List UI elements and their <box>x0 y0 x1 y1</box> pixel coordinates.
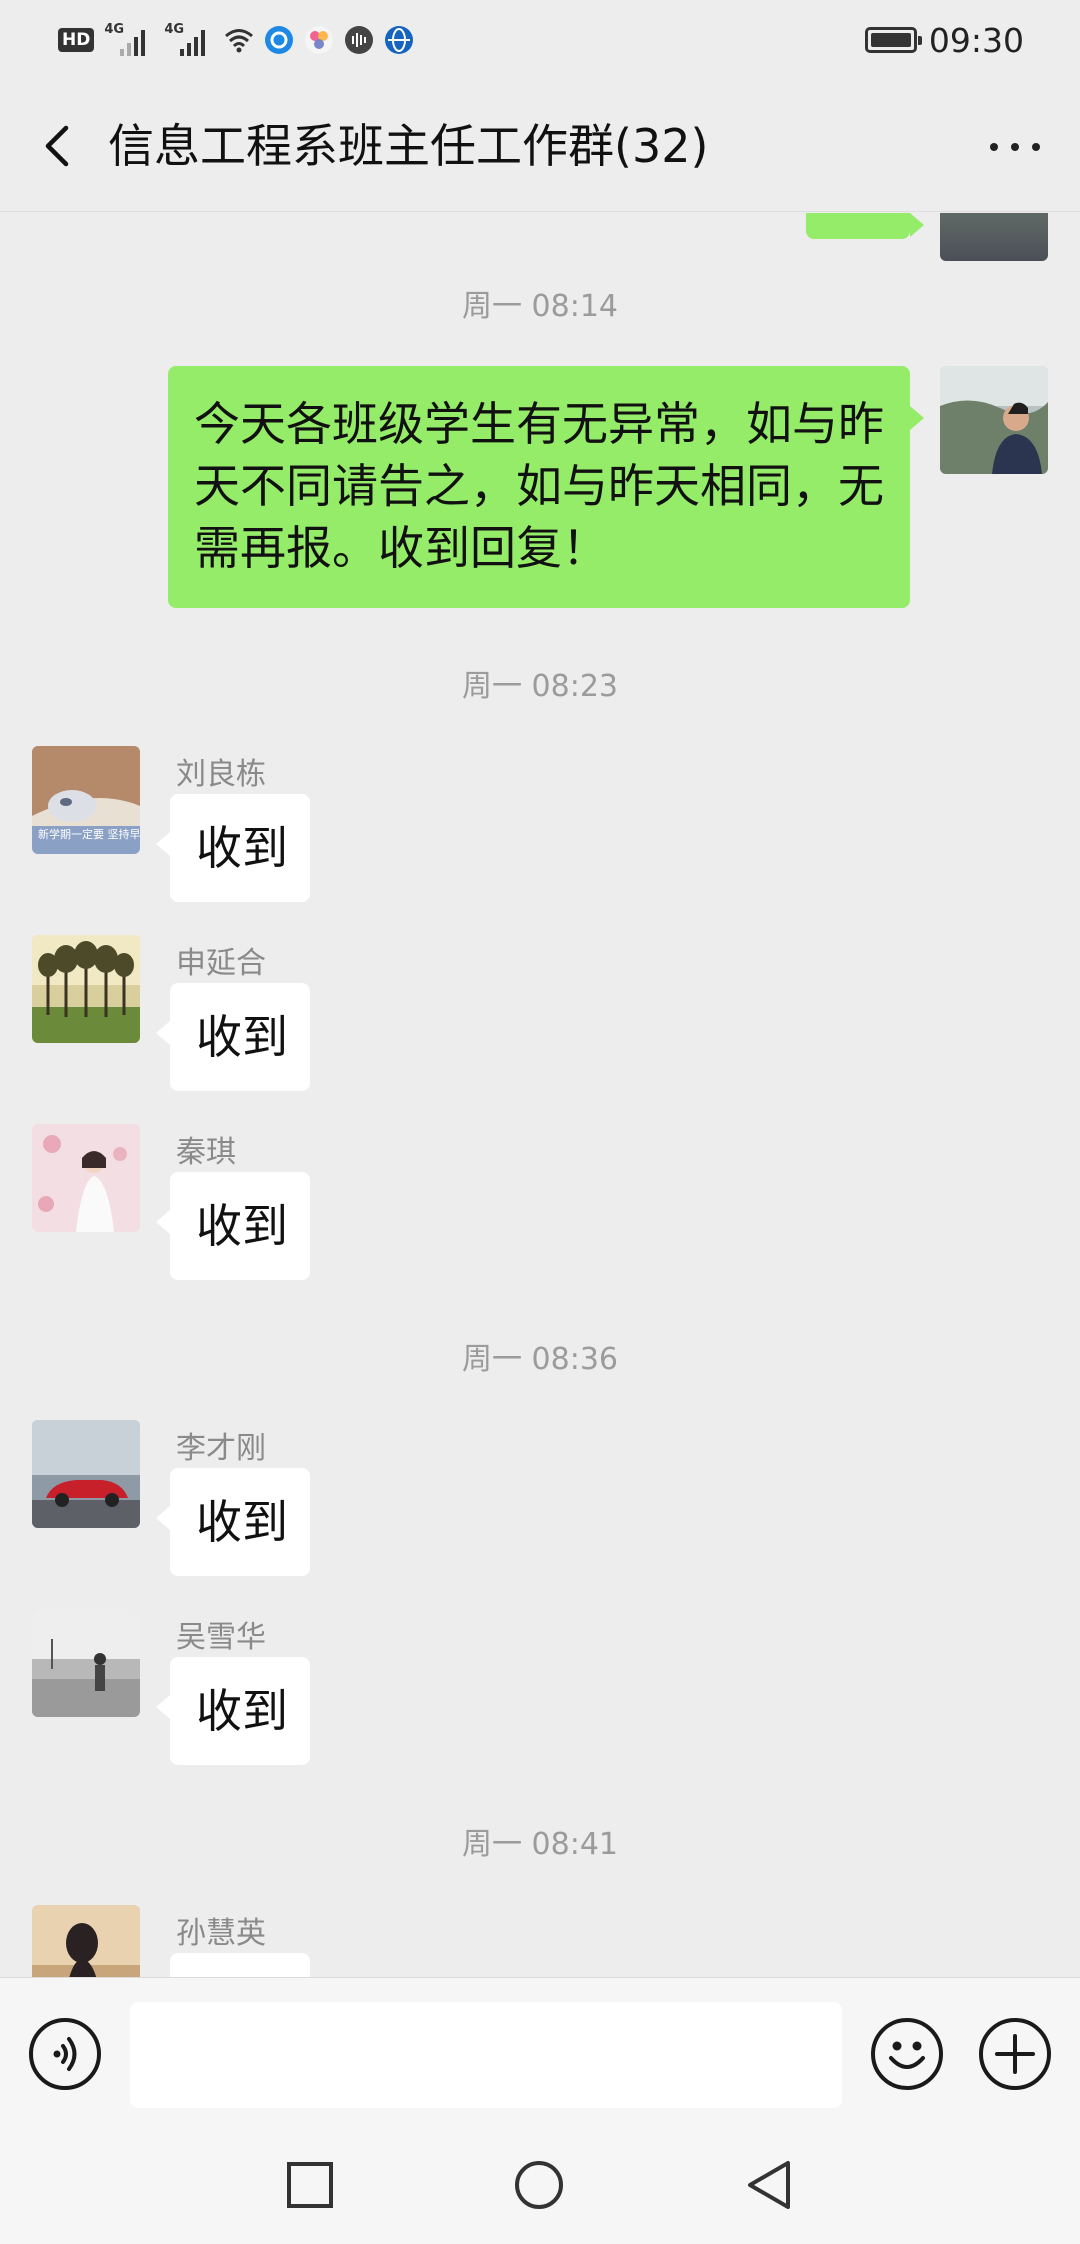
browser-app-icon <box>265 26 294 54</box>
status-time: 09:30 <box>928 20 1024 60</box>
status-icons-left: HD 4G 4G <box>58 22 414 58</box>
wifi-icon <box>225 29 254 53</box>
message-line: 今天各班级学生有无异常，如与昨 <box>194 397 884 451</box>
outgoing-message-bubble[interactable]: 今天各班级学生有无异常，如与昨 天不同请告之，如与昨天相同，无 需再报。收到回复… <box>168 366 924 608</box>
message-input-bar <box>0 1977 1080 2127</box>
emoji-icon[interactable] <box>871 2018 943 2090</box>
system-navigation-bar <box>0 2127 1080 2244</box>
battery-icon <box>864 27 922 53</box>
contact-avatar[interactable] <box>32 935 140 1043</box>
chat-title: 信息工程系班主任工作群(32) <box>108 119 709 173</box>
sender-name: 李才刚 <box>176 1431 266 1466</box>
circle-icon[interactable] <box>511 2157 567 2213</box>
incoming-message-bubble[interactable] <box>170 1953 310 1977</box>
sender-name: 刘良栋 <box>176 757 266 792</box>
status-icons-right: 09:30 <box>864 18 1024 62</box>
globe-app-icon <box>385 26 414 54</box>
incoming-message-bubble[interactable]: 收到 <box>156 794 310 902</box>
self-avatar[interactable] <box>940 366 1048 474</box>
sim2-signal-icon: 4G <box>164 22 214 58</box>
timestamp: 周一 08:36 <box>462 1342 618 1377</box>
message-text: 收到 <box>196 1684 288 1738</box>
chat-header: 信息工程系班主任工作群(32) <box>0 80 1080 212</box>
incoming-message-bubble[interactable]: 收到 <box>156 1468 310 1576</box>
chat-message-list[interactable]: 周一 08:14 今天各班级学生有无异常，如与昨 天不同请告之，如与昨天相同，无… <box>0 213 1080 1977</box>
message-text: 收到 <box>196 1199 288 1253</box>
sender-name: 申延合 <box>176 946 266 981</box>
contact-avatar[interactable]: 新学期一定要 坚持早睡早起 <box>32 746 140 854</box>
message-line: 天不同请告之，如与昨天相同，无 <box>194 459 884 513</box>
more-dots-icon[interactable] <box>980 116 1050 176</box>
contact-avatar[interactable] <box>32 1124 140 1232</box>
message-line: 需再报。收到回复！ <box>194 521 608 575</box>
message-text: 收到 <box>196 1495 288 1549</box>
contact-avatar[interactable] <box>32 1609 140 1717</box>
audio-recorder-icon <box>345 26 374 54</box>
sender-name: 秦琪 <box>176 1135 236 1170</box>
avatar-caption: 新学期一定要 坚持早睡早起 <box>38 827 140 841</box>
plus-icon[interactable] <box>979 2018 1051 2090</box>
timestamp: 周一 08:23 <box>462 669 618 704</box>
previous-outgoing-bubble[interactable] <box>806 213 924 239</box>
triangle-back-icon[interactable] <box>742 2157 798 2213</box>
status-bar: HD 4G 4G 09:30 <box>0 0 1080 80</box>
sender-name: 吴雪华 <box>176 1620 266 1655</box>
voice-input-icon[interactable] <box>29 2018 101 2090</box>
sender-name: 孙慧英 <box>176 1916 266 1951</box>
message-input[interactable] <box>130 2002 842 2108</box>
message-text: 收到 <box>196 1010 288 1064</box>
sim1-signal-icon: 4G <box>104 22 154 58</box>
self-avatar-partial[interactable] <box>940 213 1048 261</box>
incoming-message-bubble[interactable]: 收到 <box>156 1172 310 1280</box>
gallery-app-icon <box>305 26 334 54</box>
message-text: 收到 <box>196 821 288 875</box>
contact-avatar[interactable] <box>32 1905 140 1977</box>
square-icon[interactable] <box>282 2157 338 2213</box>
contact-avatar[interactable] <box>32 1420 140 1528</box>
timestamp: 周一 08:14 <box>462 289 618 324</box>
incoming-message-bubble[interactable]: 收到 <box>156 1657 310 1765</box>
incoming-message-bubble[interactable]: 收到 <box>156 983 310 1091</box>
hd-voice-badge: HD <box>58 28 95 52</box>
timestamp: 周一 08:41 <box>462 1827 618 1862</box>
chevron-left-icon[interactable] <box>30 116 90 176</box>
